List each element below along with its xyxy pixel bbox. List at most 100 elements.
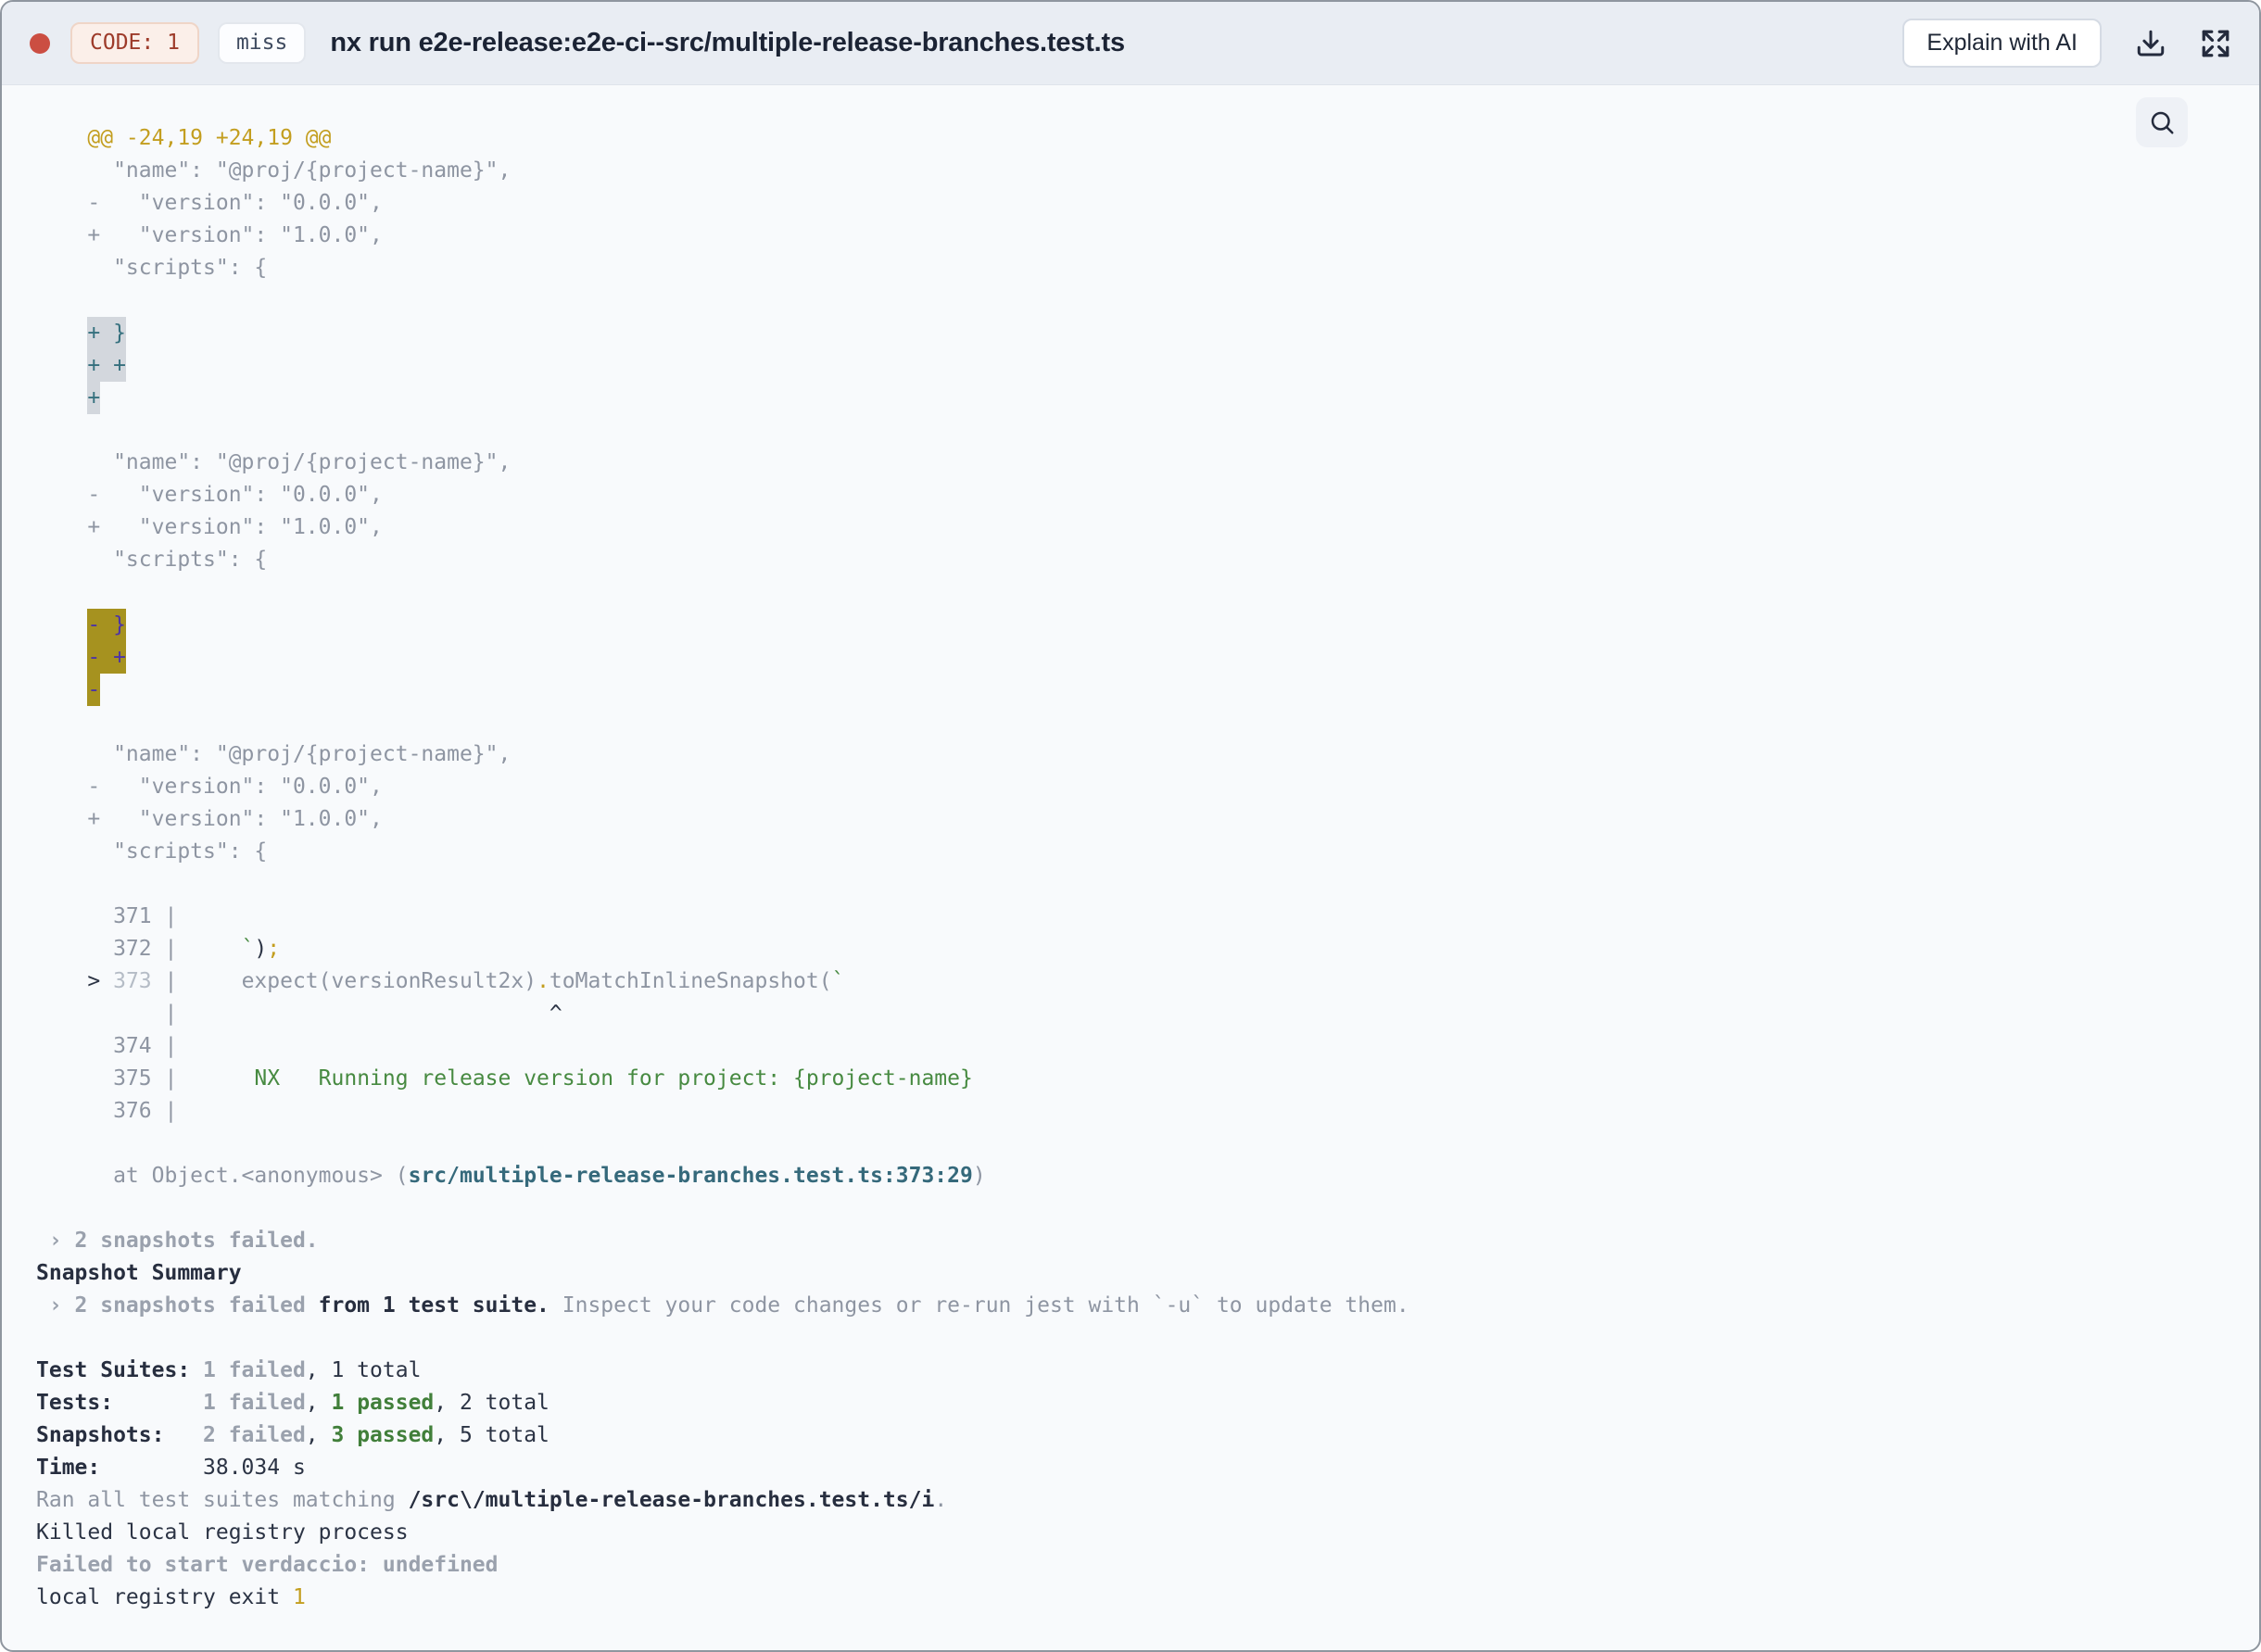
terminal-line: - "version": "0.0.0", [36,187,2259,220]
terminal-segment: at Object.<anonymous> ( [36,1164,409,1188]
terminal-line: + + [36,348,2259,382]
terminal-segment: . [934,1488,948,1512]
task-header: CODE: 1 miss nx run e2e-release:e2e-ci--… [2,2,2259,85]
terminal-segment: local registry exit [36,1585,293,1609]
terminal-segment: > [36,969,114,993]
terminal-segment: Inspect your code changes or re-run jest… [549,1293,1409,1318]
terminal-segment: 374 | [36,1034,178,1058]
terminal-segment: | [36,1002,178,1026]
terminal-line: 376 | [36,1095,2259,1128]
terminal-segment: "name": "@proj/{project-name}", [36,158,512,183]
terminal-segment: Time: [36,1456,204,1480]
terminal-line: "name": "@proj/{project-name}", [36,447,2259,479]
terminal-line: + "version": "1.0.0", [36,220,2259,252]
terminal-line: + } [36,316,2259,349]
terminal-segment: + } [87,316,126,349]
terminal-segment: + "version": "1.0.0", [36,223,383,247]
download-icon [2137,30,2165,57]
terminal-line: - [36,673,2259,706]
terminal-segment: 1 [292,1585,306,1609]
terminal-line: "name": "@proj/{project-name}", [36,155,2259,187]
terminal-line: at Object.<anonymous> (src/multiple-rele… [36,1160,2259,1192]
terminal-segment: 371 | [36,904,178,928]
terminal-segment: Ran all test suites matching [36,1488,409,1512]
terminal-line: - } [36,608,2259,641]
search-button[interactable] [2136,97,2188,147]
terminal-line: Tests: 1 failed, 1 passed, 2 total [36,1387,2259,1419]
terminal-line: "scripts": { [36,252,2259,284]
terminal-segment: , 5 total [434,1423,549,1447]
terminal-segment: 1 failed [203,1358,306,1382]
terminal-segment: src/multiple-release-branches.test.ts:37… [408,1164,973,1188]
terminal-segment: /src\/multiple-release-branches.test.ts/… [408,1488,935,1512]
terminal-segment: 1 failed [203,1391,306,1415]
terminal-line: "scripts": { [36,544,2259,576]
explain-with-ai-button[interactable]: Explain with AI [1902,19,2102,68]
terminal-segment: Killed local registry process [36,1520,409,1545]
terminal-segment: Test Suites: [36,1358,204,1382]
terminal-segment: . [537,969,549,993]
terminal-segment: ; [267,937,281,961]
terminal-segment: Snapshot Summary [36,1261,242,1285]
terminal-line: "scripts": { [36,836,2259,868]
terminal-segment [36,645,87,669]
terminal-segment: NX Running release version for project: … [177,1066,973,1091]
header-actions: Explain with AI [1902,19,2231,68]
terminal-segment: Failed to start verdaccio: undefined [36,1553,499,1577]
terminal-line: Failed to start verdaccio: undefined [36,1549,2259,1582]
terminal-segment: 3 passed [331,1423,435,1447]
terminal-line: - + [36,640,2259,674]
terminal-line: 375 | NX Running release version for pro… [36,1063,2259,1095]
terminal-line: › 2 snapshots failed from 1 test suite. … [36,1290,2259,1322]
terminal-segment: , [305,1423,332,1447]
terminal-line: Killed local registry process [36,1517,2259,1549]
terminal-segment: "name": "@proj/{project-name}", [36,450,512,474]
terminal-segment: + [87,381,101,414]
terminal-line: - "version": "0.0.0", [36,479,2259,511]
terminal-output: @@ -24,19 +24,19 @@ "name": "@proj/{proj… [2,85,2259,1614]
terminal-line: 374 | [36,1030,2259,1063]
terminal-line: | ^ [36,998,2259,1030]
terminal-segment: "scripts": { [36,548,268,572]
terminal-line: local registry exit 1 [36,1582,2259,1614]
terminal-segment: 375 | [36,1066,178,1091]
terminal-line: 372 | `); [36,933,2259,965]
terminal-segment: › 2 snapshots failed. [36,1229,319,1253]
terminal-segment [36,321,87,345]
failed-status-dot-icon [30,32,50,54]
terminal-line: + "version": "1.0.0", [36,803,2259,836]
terminal-line: Test Suites: 1 failed, 1 total [36,1355,2259,1387]
terminal-line: @@ -24,19 +24,19 @@ [36,122,2259,155]
terminal-line: + [36,381,2259,414]
terminal-segment: , 2 total [434,1391,549,1415]
terminal-line: › 2 snapshots failed. [36,1225,2259,1257]
terminal-segment [36,677,87,701]
fullscreen-expand-icon [2202,30,2229,57]
terminal-segment [36,612,87,637]
terminal-segment: "scripts": { [36,256,268,280]
task-output-window: CODE: 1 miss nx run e2e-release:e2e-ci--… [0,0,2261,1652]
download-button[interactable] [2135,28,2166,59]
terminal-segment: - } [87,608,126,641]
terminal-segment: + + [87,348,126,382]
terminal-line: Time: 38.034 s [36,1452,2259,1484]
terminal-segment: › 2 snapshots failed [36,1293,306,1318]
terminal-segment: ` [241,937,255,961]
terminal-segment: ) [972,1164,986,1188]
fullscreen-button[interactable] [2200,28,2231,59]
terminal-segment: - + [87,640,126,674]
terminal-line: - "version": "0.0.0", [36,771,2259,803]
terminal-segment: Tests: [36,1391,204,1415]
terminal-segment: | expect(versionResult2x) [164,969,537,993]
terminal-line: Snapshot Summary [36,1257,2259,1290]
terminal-segment: from 1 test suite. [305,1293,549,1318]
terminal-line: "name": "@proj/{project-name}", [36,738,2259,771]
terminal-segment [36,385,87,410]
terminal-segment: ) [254,937,268,961]
exit-code-badge: CODE: 1 [70,22,199,64]
